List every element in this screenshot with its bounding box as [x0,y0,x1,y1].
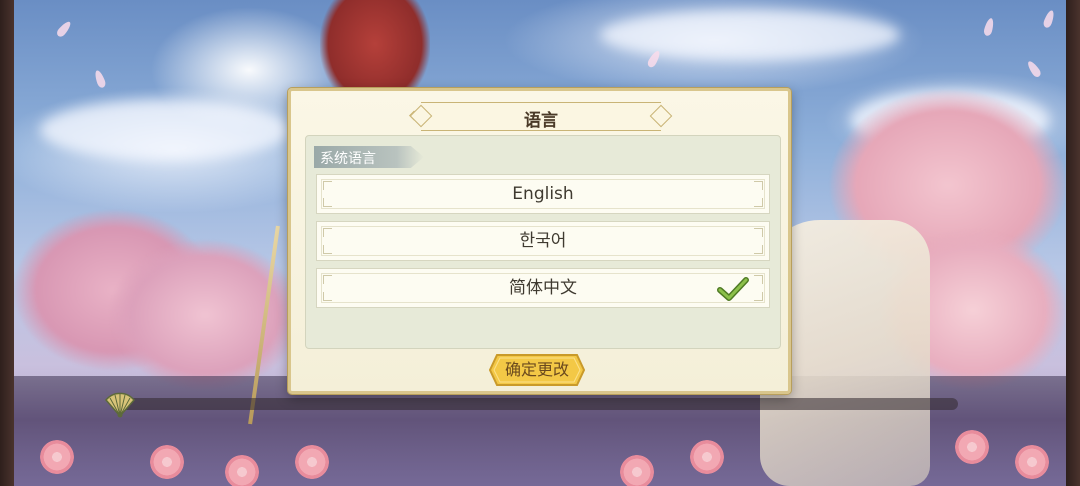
left-frame-border [0,0,14,486]
loading-progress-track [120,398,958,410]
flower [955,430,989,464]
flower [620,455,654,486]
dialog-title-bar: 语言 [421,102,661,131]
flower [295,445,329,479]
language-dialog: ◆✧ ✧◆ 语言 系统语言 English 한국어 简体中文 [288,88,791,394]
language-option-label: 简体中文 [509,278,577,298]
flower [225,455,259,486]
language-option-simplified-chinese[interactable]: 简体中文 [316,268,770,308]
confirm-change-button[interactable]: 确定更改 [489,354,585,386]
section-tab: 系统语言 [314,146,424,168]
cloud [40,100,290,160]
language-option-label: 한국어 [519,231,567,251]
flower [150,445,184,479]
language-option-english[interactable]: English [316,174,770,214]
fan-icon [104,390,136,418]
checkmark-icon [717,276,749,302]
language-option-label: English [512,184,574,204]
flower [40,440,74,474]
language-option-korean[interactable]: 한국어 [316,221,770,261]
language-panel: 系统语言 English 한국어 简体中文 [305,135,781,349]
right-frame-border [1066,0,1080,486]
cloud [600,10,900,60]
section-label: 系统语言 [320,151,376,167]
dialog-title: 语言 [524,111,558,131]
confirm-change-label: 确定更改 [504,360,569,379]
game-screen: ◆✧ ✧◆ 语言 系统语言 English 한국어 简体中文 [0,0,1080,486]
flower [690,440,724,474]
flower [1015,445,1049,479]
